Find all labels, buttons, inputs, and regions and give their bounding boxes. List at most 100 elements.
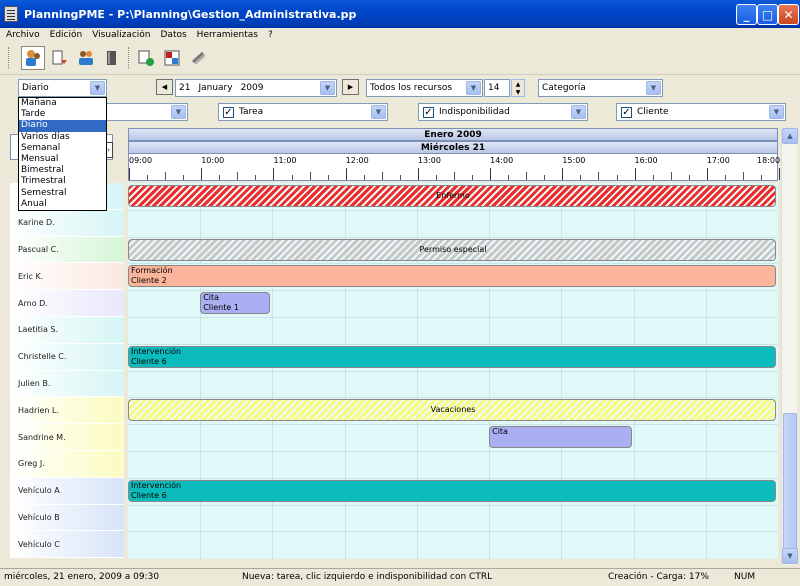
status-bar: miércoles, 21 enero, 2009 a 09:30 Nueva:…	[0, 568, 800, 586]
resource-row[interactable]: Sandrine M.	[10, 424, 124, 451]
view-select[interactable]: Diario ▼	[18, 79, 107, 97]
resource-row[interactable]: Karine D.	[10, 209, 124, 237]
view-options-list[interactable]: Mañana Tarde Diario Varios días Semanal Mensu…	[18, 97, 107, 211]
tarea-filter[interactable]: ✓ Tarea ▼	[218, 103, 388, 121]
event-bar[interactable]: Cita Cliente 1	[200, 292, 271, 315]
cliente-filter[interactable]: ✓ Cliente ▼	[616, 103, 786, 121]
cliente-checkbox[interactable]: ✓	[621, 106, 632, 118]
event-bar[interactable]: Permiso especial	[128, 238, 776, 261]
maximize-button[interactable]: □	[757, 4, 778, 25]
days-stepper[interactable]: ▲ ▼	[511, 79, 525, 97]
link-icon[interactable]	[187, 46, 211, 70]
chevron-down-icon[interactable]: ▼	[90, 81, 105, 95]
resource-row[interactable]: Eric K.	[10, 263, 124, 291]
event-bar[interactable]: Formación Cliente 2	[128, 265, 776, 288]
export-icon[interactable]	[134, 46, 158, 70]
tasks-icon[interactable]	[48, 46, 72, 70]
scroll-thumb[interactable]	[783, 413, 797, 553]
minimize-button[interactable]: _	[736, 4, 757, 25]
event-title: Formación	[131, 266, 173, 276]
indisponibilidad-checkbox[interactable]: ✓	[423, 106, 434, 118]
quarter-tick	[454, 172, 455, 180]
view-option[interactable]: Varios días	[19, 132, 106, 143]
resource-row[interactable]: Arno D.	[10, 290, 124, 317]
quarter-tick	[291, 175, 293, 180]
event-client: Cliente 1	[203, 303, 239, 313]
menu-bar: Archivo Edición Visualización Datos Herr…	[0, 28, 800, 42]
menu-datos[interactable]: Datos	[161, 30, 187, 40]
date-year: 2009	[240, 83, 264, 93]
grid-row-line	[128, 263, 778, 265]
resources-icon[interactable]	[21, 46, 45, 70]
tarea-checkbox[interactable]: ✓	[223, 106, 234, 118]
event-bar[interactable]: Vacaciones	[128, 399, 776, 422]
date-day: 21	[179, 83, 191, 93]
menu-visualizacion[interactable]: Visualización	[92, 30, 150, 40]
quarter-tick	[435, 175, 437, 180]
view-option[interactable]: Mensual	[19, 154, 106, 165]
vertical-scrollbar[interactable]: ▲ ▼	[781, 128, 798, 565]
chevron-down-icon[interactable]: ▼	[769, 105, 784, 119]
date-month: January	[198, 83, 233, 93]
quarter-tick	[363, 175, 365, 180]
resource-row[interactable]: Hadrien L.	[10, 397, 124, 425]
resource-row[interactable]: Vehículo C	[10, 531, 124, 559]
event-bar[interactable]: Intervención Cliente 6	[128, 345, 776, 368]
resource-row[interactable]: Vehículo A	[10, 477, 124, 505]
chevron-down-icon[interactable]: ▼	[371, 105, 386, 119]
view-option[interactable]: Semanal	[19, 143, 106, 154]
scroll-up-icon[interactable]: ▲	[782, 128, 798, 144]
view-option[interactable]: Tarde	[19, 109, 106, 120]
chevron-down-icon[interactable]: ▼	[171, 105, 186, 119]
close-button[interactable]: ✕	[778, 4, 799, 25]
indisponibilidad-filter[interactable]: ✓ Indisponibilidad ▼	[418, 103, 588, 121]
prev-date-button[interactable]: ◀	[156, 79, 173, 95]
view-option[interactable]: Mañana	[19, 98, 106, 109]
menu-archivo[interactable]: Archivo	[6, 30, 40, 40]
quarter-tick	[183, 175, 185, 180]
chevron-down-icon[interactable]: ▼	[646, 81, 661, 95]
status-hint: Nueva: tarea, clic izquierdo e indisponi…	[242, 572, 493, 582]
view-option[interactable]: Semestral	[19, 188, 106, 199]
menu-help[interactable]: ?	[268, 30, 273, 40]
hour-label: 16:00	[634, 156, 658, 165]
grid-row-line	[128, 397, 778, 399]
event-title: Cita	[203, 293, 220, 303]
view-option[interactable]: Anual	[19, 199, 106, 210]
grid-icon[interactable]	[160, 46, 184, 70]
title-bar: PlanningPME - P:\Planning\Gestion_Admini…	[0, 0, 800, 28]
days-input[interactable]: 14	[484, 79, 510, 97]
category-select[interactable]: Categoría ▼	[538, 79, 663, 97]
event-bar[interactable]: Intervención Cliente 6	[128, 479, 776, 502]
users-icon[interactable]	[74, 46, 98, 70]
event-bar[interactable]: Cita	[489, 426, 632, 449]
hour-label: 10:00	[201, 156, 225, 165]
view-option[interactable]: Trimestral	[19, 176, 106, 187]
date-picker[interactable]: 21 January 2009 ▼	[175, 79, 337, 97]
resource-row[interactable]: Laetitia S.	[10, 316, 124, 344]
chevron-down-icon[interactable]: ▼	[466, 81, 481, 95]
quarter-tick	[760, 175, 762, 180]
grid-row-line	[128, 477, 778, 479]
scroll-down-icon[interactable]: ▼	[782, 548, 798, 564]
chevron-down-icon[interactable]: ▼	[320, 81, 335, 95]
resource-row[interactable]: Vehículo B	[10, 504, 124, 532]
cliente-label: Cliente	[637, 107, 669, 117]
resource-row[interactable]: Greg J.	[10, 450, 124, 478]
view-option[interactable]: Diario	[19, 120, 106, 132]
month-header: Enero 2009	[128, 128, 778, 141]
resources-select[interactable]: Todos los recursos ▼	[366, 79, 483, 97]
menu-edicion[interactable]: Edición	[50, 30, 83, 40]
quarter-tick	[526, 172, 528, 180]
view-option[interactable]: Bimestral	[19, 165, 106, 176]
resource-row[interactable]: Julien B.	[10, 370, 124, 398]
next-date-button[interactable]: ▶	[342, 79, 359, 95]
resource-row[interactable]: Pascual C.	[10, 236, 124, 264]
event-bar[interactable]: Enfermo	[128, 185, 776, 207]
quarter-tick	[580, 175, 582, 180]
menu-herramientas[interactable]: Herramientas	[197, 30, 258, 40]
resource-row[interactable]: Christelle C.	[10, 343, 124, 371]
chevron-down-icon[interactable]: ▼	[571, 105, 586, 119]
schedule-area[interactable]: Enfermo Permiso especial Formación Cliente …	[128, 183, 778, 559]
book-icon[interactable]	[100, 46, 124, 70]
